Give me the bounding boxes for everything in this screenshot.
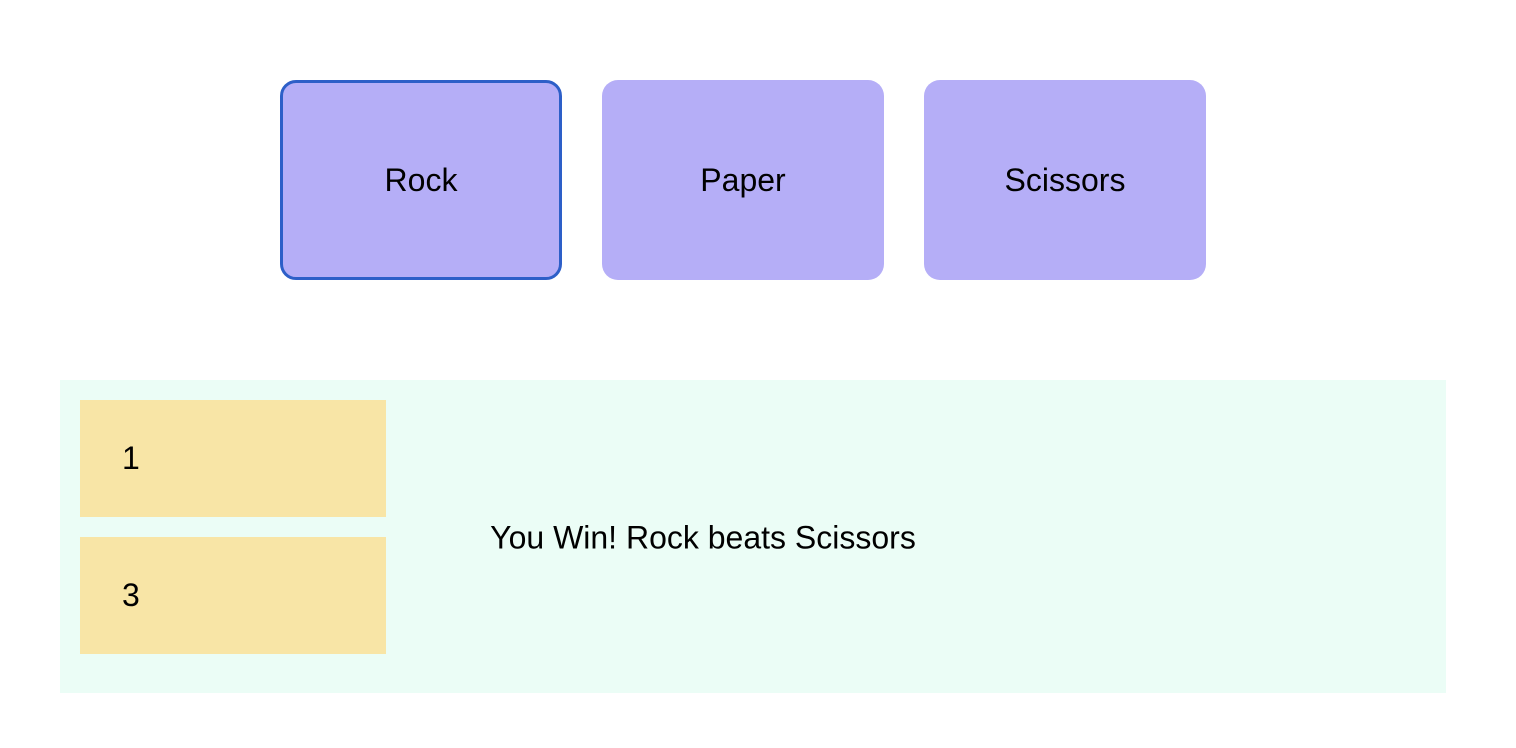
scissors-button-label: Scissors [1004,161,1126,198]
paper-button[interactable]: Paper [602,80,884,280]
result-message: You Win! Rock beats Scissors [490,519,916,556]
score-value-first: 1 [122,440,140,476]
score-box-second: 3 [80,537,386,654]
rock-button-label: Rock [384,161,458,198]
paper-button-label: Paper [700,161,786,198]
score-box-first: 1 [80,400,386,517]
result-panel: 1 3 You Win! Rock beats Scissors [60,380,1446,693]
score-value-second: 3 [122,577,140,613]
rock-button[interactable]: Rock [280,80,562,280]
scissors-button[interactable]: Scissors [924,80,1206,280]
